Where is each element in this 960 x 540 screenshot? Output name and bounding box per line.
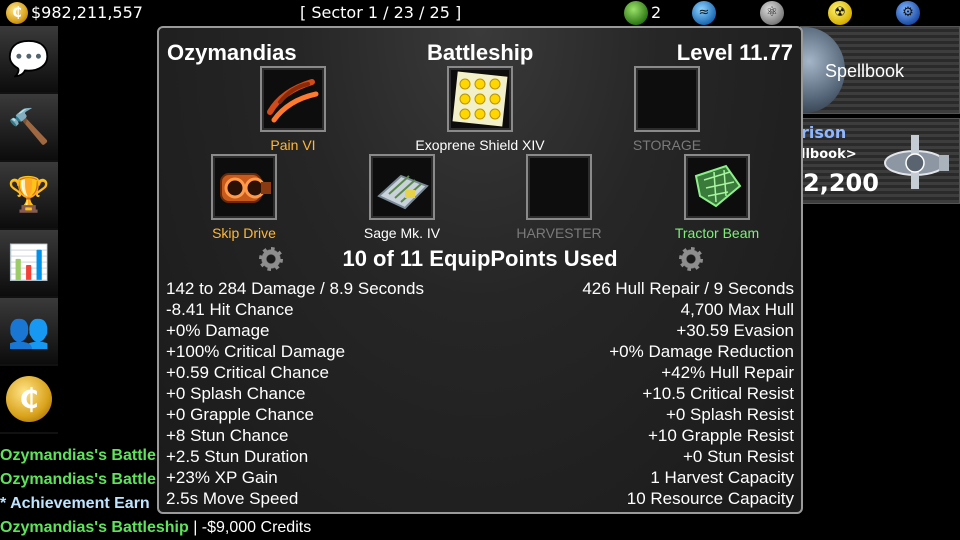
auction-button[interactable]: 🔨 [0, 94, 58, 162]
stat-line: +0.59 Critical Chance [166, 363, 330, 382]
bar-chart-icon: 📊 [7, 243, 51, 283]
store-button[interactable]: ₵ [0, 366, 58, 434]
atom-icon[interactable]: ⚛ [760, 1, 784, 25]
computer-slot[interactable] [369, 154, 435, 220]
chat-button[interactable]: 💬 [0, 26, 58, 94]
engine-icon [220, 173, 271, 203]
gear-icon[interactable]: ⚙ [896, 1, 920, 25]
defense-stats: 426 Hull Repair / 9 Seconds 4,700 Max Hu… [582, 278, 794, 509]
station-icon [884, 135, 949, 189]
coin-icon: ₵ [6, 376, 52, 422]
chat-sender: * Achievement Earn [0, 495, 150, 512]
leaf-count: 2 [651, 3, 662, 22]
chat-line: Ozymandias's Battleship | -$9,000 Credit… [0, 516, 960, 540]
gavel-icon: 🔨 [7, 107, 51, 147]
credits-coin-icon: ₵ [6, 2, 28, 24]
chat-icon: 💬 [7, 39, 51, 79]
chat-message: | -$9,000 Credits [188, 519, 312, 536]
social-button[interactable]: 👥 [0, 298, 58, 366]
shield-slot[interactable] [447, 66, 513, 132]
engine-slot[interactable] [211, 154, 277, 220]
chat-sender: Ozymandias's Battle [0, 471, 156, 488]
top-bar: ₵ $982,211,557 [ Sector 1 / 23 / 25 ] 2 … [0, 0, 960, 26]
engine-slot-label: Skip Drive [212, 225, 276, 241]
computer-icon [377, 174, 429, 210]
stat-line: +0 Splash Resist [665, 405, 794, 424]
shield-icon [452, 71, 508, 127]
computer-slot-label: Sage Mk. IV [363, 225, 441, 241]
stat-line: 142 to 284 Damage / 8.9 Seconds [166, 279, 425, 298]
stat-line: +100% Critical Damage [166, 342, 346, 361]
left-sidebar: 💬 🔨 🏆 📊 👥 ₵ [0, 26, 58, 434]
ship-name: Ozymandias [167, 40, 297, 65]
harvester-slot-label: HARVESTER [516, 225, 602, 241]
trophy-icon: 🏆 [7, 175, 51, 215]
radiation-icon[interactable]: ☢ [828, 1, 852, 25]
water-icon[interactable]: ≈ [692, 1, 716, 25]
stats-button[interactable]: 📊 [0, 230, 58, 298]
ship-details-modal: Ozymandias Battleship Level 11.77 Pain V… [157, 26, 803, 514]
card-number: 2,200 [803, 169, 879, 197]
stat-line: -8.41 Hit Chance [166, 300, 294, 319]
stat-line: +2.5 Stun Duration [166, 447, 309, 466]
ship-class: Battleship [427, 40, 534, 65]
leaf-icon[interactable] [624, 1, 648, 25]
chat-sender: Ozymandias's Battle [0, 447, 156, 464]
weapon-icon [267, 79, 319, 123]
stat-line: +30.59 Evasion [676, 321, 794, 340]
stat-line: +10 Grapple Resist [648, 426, 794, 445]
card-subtitle: llbook> [801, 147, 857, 162]
group-icon: 👥 [7, 311, 51, 351]
stat-line: +0 Stun Resist [682, 447, 794, 466]
stat-line: 1 Harvest Capacity [650, 468, 794, 487]
achievements-button[interactable]: 🏆 [0, 162, 58, 230]
weapon-slot[interactable] [260, 66, 326, 132]
chat-sender: Ozymandias's Battleship [0, 519, 189, 536]
stat-line: +42% Hull Repair [661, 363, 794, 382]
harvester-slot[interactable] [526, 154, 592, 220]
tractor-beam-icon [694, 164, 742, 208]
storage-slot-label: STORAGE [632, 137, 702, 153]
ship-level: Level 11.77 [676, 40, 793, 65]
spellbook-tab[interactable]: Spellbook [765, 26, 960, 114]
stat-line: +0 Splash Chance [166, 384, 306, 403]
sector-indicator[interactable]: [ Sector 1 / 23 / 25 ] [300, 3, 461, 22]
shield-slot-label: Exoprene Shield XIV [415, 137, 545, 153]
stat-line: 10 Resource Capacity [626, 489, 794, 508]
stat-line: 426 Hull Repair / 9 Seconds [582, 279, 794, 298]
gear-icon[interactable] [679, 247, 703, 271]
stat-line: +10.5 Critical Resist [642, 384, 794, 403]
stat-line: +23% XP Gain [166, 468, 278, 487]
stat-line: 4,700 Max Hull [680, 300, 794, 319]
storage-slot[interactable] [634, 66, 700, 132]
stat-line: +0% Damage Reduction [609, 342, 794, 361]
card-name: rison [801, 123, 847, 142]
credits-amount: $982,211,557 [31, 3, 143, 22]
weapon-slot-label: Pain VI [270, 137, 316, 153]
spellbook-label: Spellbook [825, 61, 905, 81]
stat-line: +0 Grapple Chance [166, 405, 314, 424]
tractor-beam-slot[interactable] [684, 154, 750, 220]
stat-line: +0% Damage [166, 321, 270, 340]
equip-points-used: 10 of 11 EquipPoints Used [342, 246, 618, 271]
stat-line: 2.5s Move Speed [166, 489, 299, 508]
offense-stats: 142 to 284 Damage / 8.9 Seconds -8.41 Hi… [166, 278, 424, 509]
stat-line: +8 Stun Chance [166, 426, 289, 445]
tractor-beam-slot-label: Tractor Beam [674, 225, 760, 241]
sector-info-card[interactable]: rison llbook> 2,200 [800, 118, 960, 204]
